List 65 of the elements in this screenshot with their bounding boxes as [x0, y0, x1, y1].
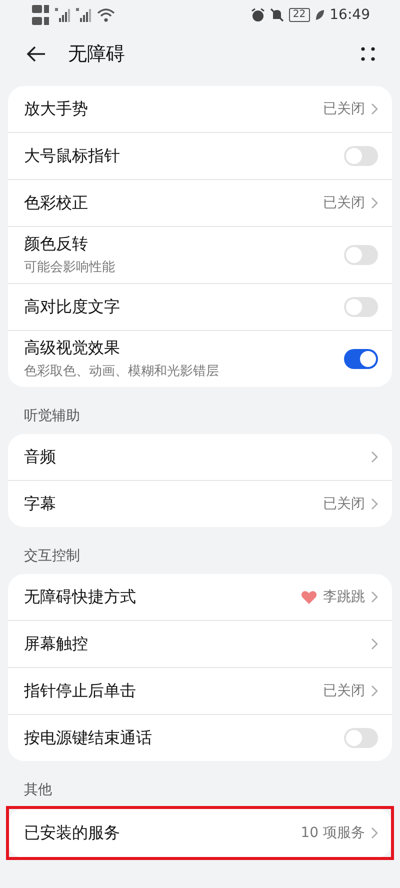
back-button[interactable] [24, 44, 48, 64]
chevron-icon [371, 638, 378, 650]
settings-row[interactable]: 大号鼠标指针 [8, 133, 392, 180]
chevron-icon [371, 685, 378, 697]
toggle-switch[interactable] [344, 245, 378, 265]
settings-row[interactable]: 已安装的服务 10 项服务 [8, 808, 392, 858]
signal-icon [76, 8, 92, 22]
row-value: 已关闭 [323, 100, 365, 118]
row-label: 颜色反转 [24, 234, 89, 255]
row-label: 高级视觉效果 [24, 338, 121, 359]
wifi-icon [97, 8, 115, 22]
row-subtitle: 可能会影响性能 [24, 259, 115, 276]
row-subtitle: 色彩取色、动画、模糊和光影错层 [24, 363, 219, 380]
settings-row[interactable]: 高对比度文字 [8, 284, 392, 331]
row-label: 屏幕触控 [24, 634, 88, 654]
chevron-icon [371, 451, 378, 463]
toggle-switch[interactable] [344, 728, 378, 748]
settings-row[interactable]: 屏幕触控 [8, 621, 392, 668]
row-label: 音频 [24, 446, 56, 468]
chevron-icon [371, 197, 378, 209]
row-label: 放大手势 [24, 98, 88, 120]
toggle-switch[interactable] [344, 349, 378, 369]
row-value: 已关闭 [323, 194, 365, 212]
row-label: 按电源键结束通话 [24, 728, 152, 748]
row-label: 指针停止后单击 [24, 680, 136, 702]
row-label: 无障碍快捷方式 [24, 586, 136, 608]
sim-icon [32, 4, 50, 26]
settings-row[interactable]: 音频 [8, 434, 392, 481]
bell-muted-icon [270, 8, 284, 22]
back-icon [26, 46, 46, 62]
settings-row[interactable]: 字幕 已关闭 [8, 481, 392, 527]
row-value: 已关闭 [323, 495, 365, 513]
toggle-switch[interactable] [344, 297, 378, 317]
battery-level: 22 [292, 10, 306, 20]
row-value: 10 项服务 [300, 824, 365, 842]
alarm-icon [250, 8, 265, 22]
row-label: 大号鼠标指针 [24, 146, 120, 166]
settings-row[interactable]: 色彩校正 已关闭 [8, 180, 392, 227]
section-title: 其他 [23, 781, 53, 800]
chevron-icon [371, 498, 378, 510]
row-label: 已安装的服务 [24, 822, 120, 844]
section-title: 交互控制 [23, 547, 81, 566]
signal-icon [55, 8, 71, 22]
chevron-icon [371, 827, 378, 839]
row-label: 高对比度文字 [24, 296, 120, 318]
row-value: 已关闭 [323, 682, 365, 700]
toggle-switch[interactable] [344, 146, 378, 166]
page-title: 无障碍 [68, 42, 126, 67]
heart-icon [301, 590, 317, 604]
more-button[interactable] [358, 44, 378, 64]
section-title: 听觉辅助 [23, 407, 81, 426]
settings-row[interactable]: 高级视觉效果 色彩取色、动画、模糊和光影错层 [8, 331, 392, 387]
row-value: 李跳跳 [323, 588, 365, 606]
chevron-icon [371, 591, 378, 603]
status-time: 16:49 [330, 7, 370, 23]
more-icon [360, 46, 376, 62]
leaf-icon [314, 9, 325, 21]
settings-row[interactable]: 颜色反转 可能会影响性能 [8, 227, 392, 284]
settings-row[interactable]: 按电源键结束通话 [8, 715, 392, 761]
row-label: 色彩校正 [24, 192, 88, 214]
row-label: 字幕 [24, 494, 56, 514]
settings-row[interactable]: 放大手势 已关闭 [8, 86, 392, 133]
settings-row[interactable]: 无障碍快捷方式 李跳跳 [8, 574, 392, 621]
chevron-icon [371, 103, 378, 115]
settings-row[interactable]: 指针停止后单击 已关闭 [8, 668, 392, 715]
